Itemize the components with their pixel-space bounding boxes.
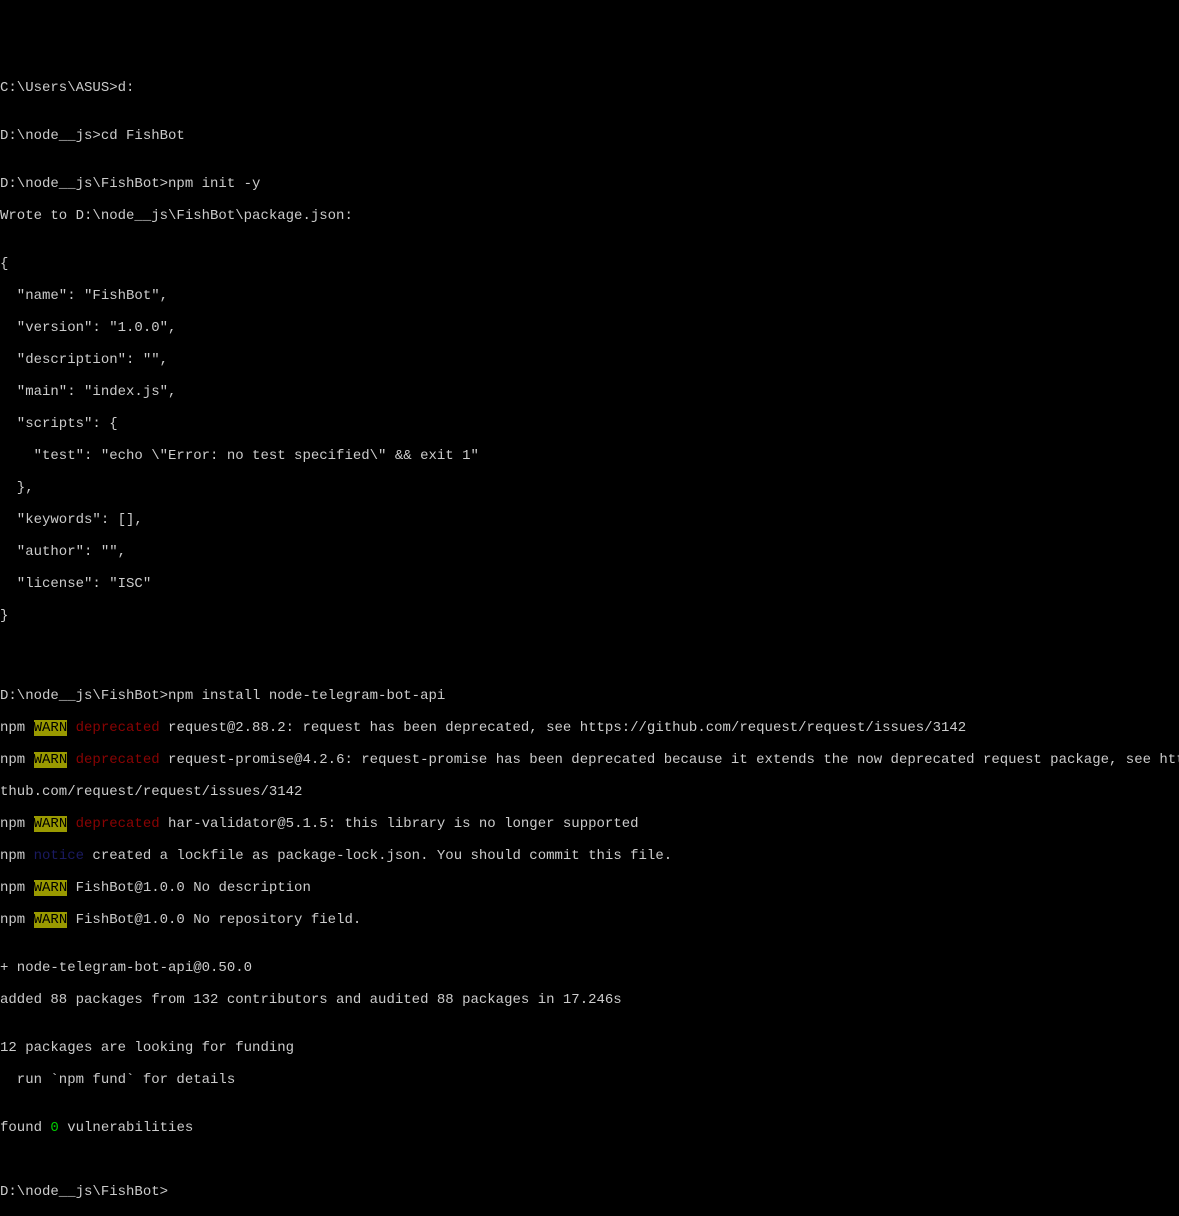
terminal-line: + node-telegram-bot-api@0.50.0 — [0, 960, 1179, 976]
terminal-line: 12 packages are looking for funding — [0, 1040, 1179, 1056]
terminal-line: thub.com/request/request/issues/3142 — [0, 784, 1179, 800]
warn-badge: WARN — [34, 752, 68, 768]
terminal-line: } — [0, 608, 1179, 624]
npm-warn-line: npm WARN deprecated request@2.88.2: requ… — [0, 720, 1179, 736]
npm-warn-line: npm WARN FishBot@1.0.0 No repository fie… — [0, 912, 1179, 928]
terminal-line: "scripts": { — [0, 416, 1179, 432]
warn-badge: WARN — [34, 880, 68, 896]
terminal-line: D:\node__js\FishBot>npm init -y — [0, 176, 1179, 192]
deprecated-text: deprecated — [67, 720, 159, 736]
terminal-output[interactable]: C:\Users\ASUS>d: D:\node__js>cd FishBot … — [0, 64, 1179, 735]
npm-notice-line: npm notice created a lockfile as package… — [0, 848, 1179, 864]
warn-badge: WARN — [34, 912, 68, 928]
terminal-line: "name": "FishBot", — [0, 288, 1179, 304]
npm-warn-line: npm WARN FishBot@1.0.0 No description — [0, 880, 1179, 896]
npm-warn-line: npm WARN deprecated har-validator@5.1.5:… — [0, 816, 1179, 832]
terminal-line: "author": "", — [0, 544, 1179, 560]
vuln-count: 0 — [50, 1120, 58, 1136]
terminal-line: Wrote to D:\node__js\FishBot\package.jso… — [0, 208, 1179, 224]
terminal-line: "version": "1.0.0", — [0, 320, 1179, 336]
terminal-line: }, — [0, 480, 1179, 496]
terminal-line: "main": "index.js", — [0, 384, 1179, 400]
terminal-line: C:\Users\ASUS>d: — [0, 80, 1179, 96]
terminal-line: "keywords": [], — [0, 512, 1179, 528]
terminal-line: "test": "echo \"Error: no test specified… — [0, 448, 1179, 464]
terminal-line: "description": "", — [0, 352, 1179, 368]
terminal-line: run `npm fund` for details — [0, 1072, 1179, 1088]
vulnerabilities-line: found 0 vulnerabilities — [0, 1120, 1179, 1136]
terminal-line: D:\node__js>cd FishBot — [0, 128, 1179, 144]
terminal-line: "license": "ISC" — [0, 576, 1179, 592]
command-prompt[interactable]: D:\node__js\FishBot> — [0, 1184, 1179, 1200]
terminal-line: added 88 packages from 132 contributors … — [0, 992, 1179, 1008]
npm-warn-line: npm WARN deprecated request-promise@4.2.… — [0, 752, 1179, 768]
deprecated-text: deprecated — [67, 816, 159, 832]
warn-badge: WARN — [34, 816, 68, 832]
deprecated-text: deprecated — [67, 752, 159, 768]
warn-badge: WARN — [34, 720, 68, 736]
terminal-line: { — [0, 256, 1179, 272]
terminal-line: D:\node__js\FishBot>npm install node-tel… — [0, 688, 1179, 704]
notice-text: notice — [34, 848, 84, 864]
